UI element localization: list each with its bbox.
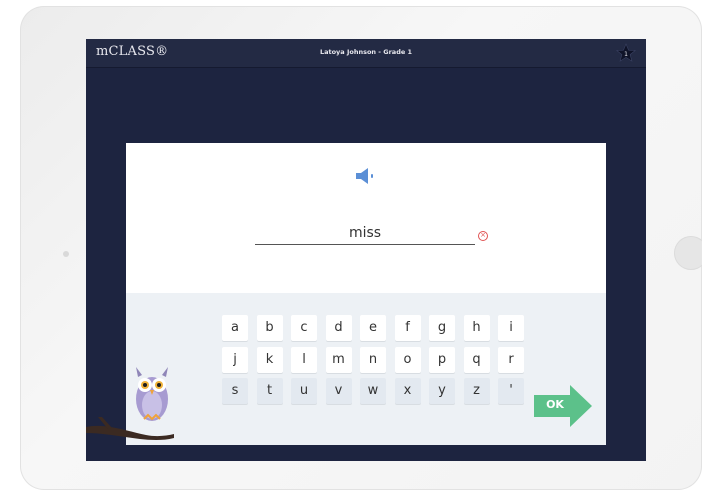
key-t[interactable]: t xyxy=(256,378,283,404)
key-m[interactable]: m xyxy=(325,347,352,373)
top-bar: mCLASS® Latoya Johnson - Grade 1 1 xyxy=(86,39,646,68)
owl-mascot xyxy=(136,367,168,421)
key-z[interactable]: z xyxy=(463,378,490,404)
camera-dot xyxy=(63,251,69,257)
key-r[interactable]: r xyxy=(498,347,524,373)
key-b[interactable]: b xyxy=(256,315,283,341)
answer-text[interactable]: miss xyxy=(255,225,475,241)
answer-underline xyxy=(255,244,475,245)
prompt-card: miss × xyxy=(126,143,606,293)
key-u[interactable]: u xyxy=(291,378,317,404)
key-d[interactable]: d xyxy=(325,315,352,341)
key-w[interactable]: w xyxy=(360,378,386,404)
key-y[interactable]: y xyxy=(429,378,455,404)
key-o[interactable]: o xyxy=(394,347,421,373)
letter-keyboard: OK a b c d e f g h i j k l m n o p q r s t u v w x y z ' xyxy=(126,293,606,445)
key-x[interactable]: x xyxy=(394,378,421,404)
key-v[interactable]: v xyxy=(325,378,352,404)
app-screen: mCLASS® Latoya Johnson - Grade 1 1 miss … xyxy=(86,39,646,461)
key-e[interactable]: e xyxy=(360,315,386,341)
clear-icon[interactable]: × xyxy=(478,231,488,241)
key-p[interactable]: p xyxy=(429,347,455,373)
home-button[interactable] xyxy=(674,236,702,270)
key-i[interactable]: i xyxy=(498,315,524,341)
speaker-icon[interactable] xyxy=(354,167,376,185)
student-name: Latoya Johnson - Grade 1 xyxy=(319,48,413,56)
key-s[interactable]: s xyxy=(222,378,248,404)
key-f[interactable]: f xyxy=(394,315,421,341)
key-h[interactable]: h xyxy=(463,315,490,341)
key-g[interactable]: g xyxy=(429,315,455,341)
star-count: 1 xyxy=(624,51,628,58)
key-j[interactable]: j xyxy=(222,347,248,373)
ok-label: OK xyxy=(546,398,564,411)
star-icon[interactable]: 1 xyxy=(616,43,636,63)
key-n[interactable]: n xyxy=(360,347,386,373)
key-apostrophe[interactable]: ' xyxy=(498,378,524,404)
key-l[interactable]: l xyxy=(291,347,317,373)
key-q[interactable]: q xyxy=(463,347,490,373)
key-a[interactable]: a xyxy=(222,315,248,341)
key-k[interactable]: k xyxy=(256,347,283,373)
key-c[interactable]: c xyxy=(291,315,317,341)
